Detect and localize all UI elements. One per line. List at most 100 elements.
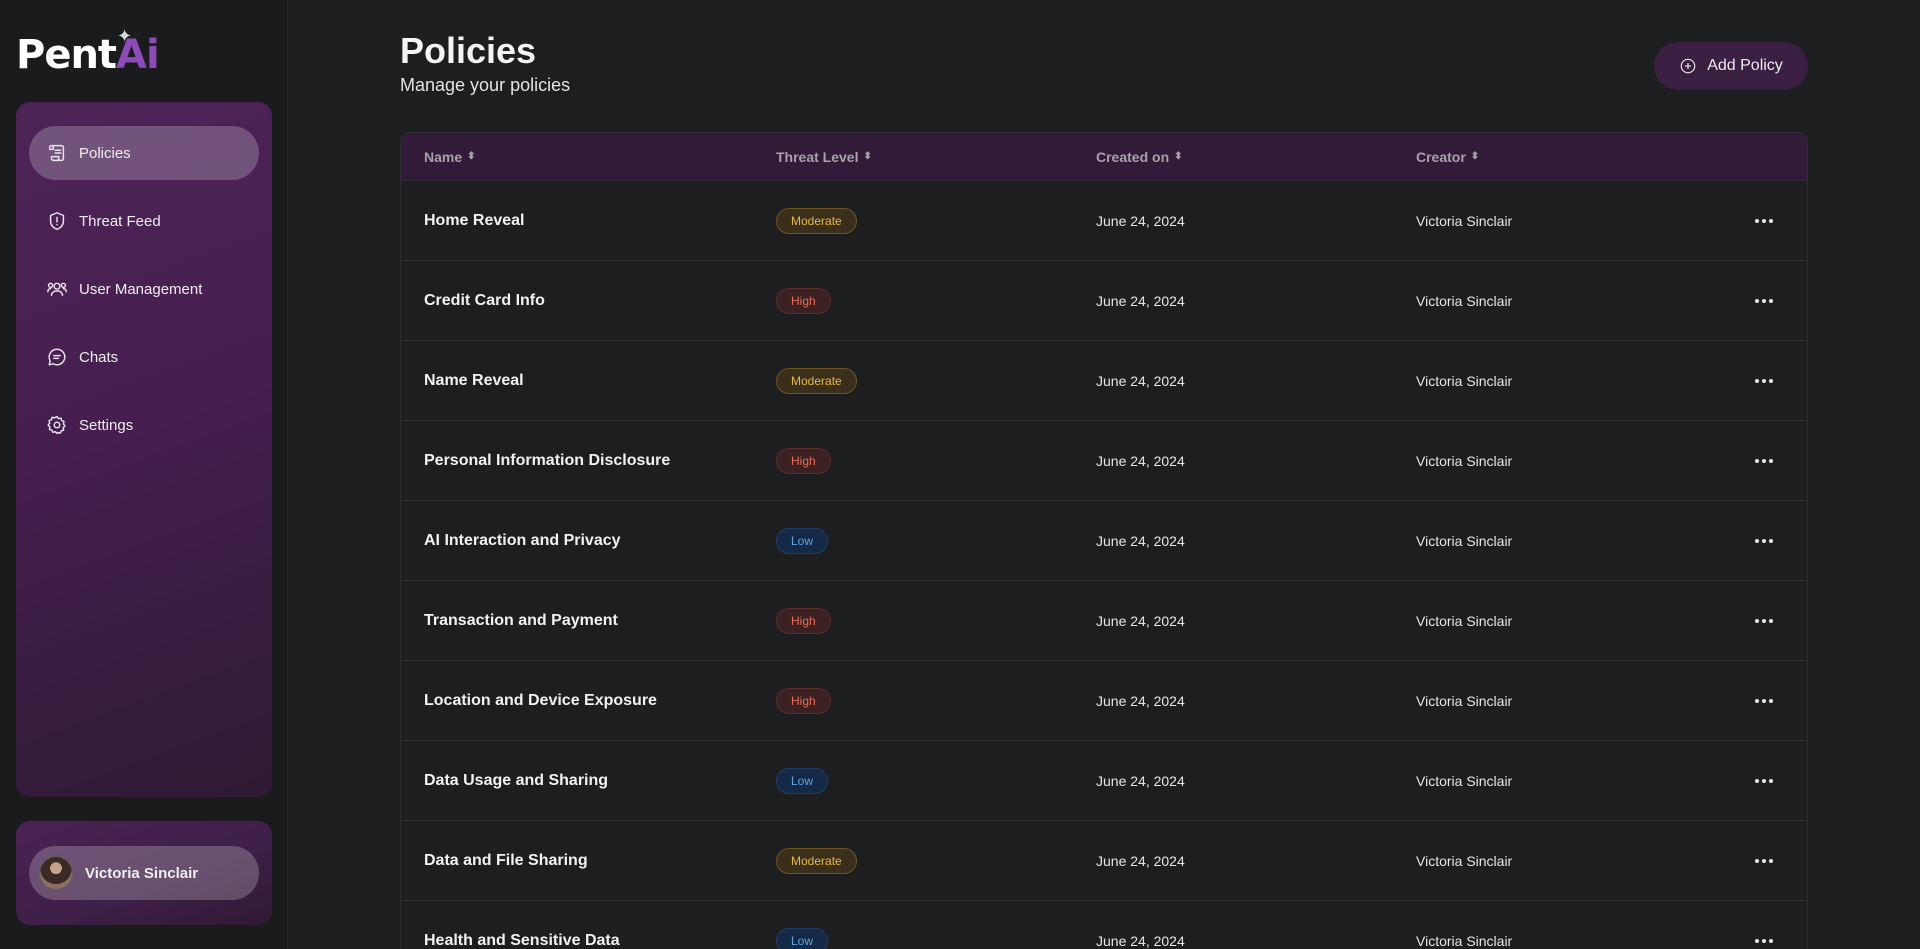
created-date: June 24, 2024 <box>1096 293 1185 309</box>
page-subtitle: Manage your policies <box>400 75 571 95</box>
user-name: Victoria Sinclair <box>85 864 199 882</box>
creator-name: Victoria Sinclair <box>1416 533 1513 549</box>
table-row[interactable]: Name Reveal Moderate June 24, 2024 Victo… <box>401 341 1807 421</box>
creator-name: Victoria Sinclair <box>1416 853 1513 869</box>
policy-name: Location and Device Exposure <box>424 692 657 709</box>
user-panel: Victoria Sinclair <box>16 821 272 925</box>
policy-name: Transaction and Payment <box>424 612 618 629</box>
sidebar-item-policies[interactable]: Policies <box>29 126 259 180</box>
creator-name: Victoria Sinclair <box>1416 613 1513 629</box>
brand-logo[interactable]: PentAi <box>16 30 160 80</box>
threat-badge: Moderate <box>776 848 857 874</box>
policies-table: Name ⬍ Threat Level ⬍ Created on ⬍ Creat… <box>400 132 1808 949</box>
table-row[interactable]: Data Usage and Sharing Low June 24, 2024… <box>401 741 1807 821</box>
threat-cell: Low <box>776 501 829 581</box>
column-header-creator[interactable]: Creator ⬍ <box>1416 133 1479 181</box>
table-row[interactable]: Home Reveal Moderate June 24, 2024 Victo… <box>401 181 1807 261</box>
policy-name: Data and File Sharing <box>424 852 588 869</box>
threat-cell: High <box>776 661 831 741</box>
threat-cell: High <box>776 421 831 501</box>
policy-name: Home Reveal <box>424 212 525 229</box>
created-date: June 24, 2024 <box>1096 453 1185 469</box>
table-row[interactable]: Transaction and Payment High June 24, 20… <box>401 581 1807 661</box>
threat-badge: Low <box>776 528 829 554</box>
column-label: Name <box>424 149 463 165</box>
sidebar-item-threat-feed[interactable]: Threat Feed <box>29 194 259 248</box>
sparkle-icon: ✦ <box>117 26 133 46</box>
column-header-threat-level[interactable]: Threat Level ⬍ <box>776 133 872 181</box>
plus-circle-icon <box>1680 58 1696 74</box>
threat-cell: Moderate <box>776 181 857 261</box>
avatar <box>39 856 73 890</box>
more-options-icon[interactable] <box>1755 501 1773 581</box>
sidebar-item-chats[interactable]: Chats <box>29 330 259 384</box>
created-date: June 24, 2024 <box>1096 773 1185 789</box>
add-policy-label: Add Policy <box>1707 57 1783 74</box>
table-row[interactable]: Location and Device Exposure High June 2… <box>401 661 1807 741</box>
policy-name: Name Reveal <box>424 372 524 389</box>
page-title: Policies <box>400 30 537 71</box>
more-options-icon[interactable] <box>1755 821 1773 901</box>
policy-name: Data Usage and Sharing <box>424 772 609 789</box>
chat-bubble-icon <box>45 345 69 369</box>
column-header-name[interactable]: Name ⬍ <box>424 133 476 181</box>
sort-icon: ⬍ <box>863 151 872 162</box>
created-date: June 24, 2024 <box>1096 213 1185 229</box>
column-header-created-on[interactable]: Created on ⬍ <box>1096 133 1183 181</box>
more-options-icon[interactable] <box>1755 741 1773 821</box>
threat-cell: Moderate <box>776 341 857 421</box>
brand-name-part1: Pent <box>16 32 117 78</box>
threat-badge: High <box>776 608 831 634</box>
sidebar: PentAi ✦ Policies Threat Feed User Manag… <box>0 0 288 949</box>
created-date: June 24, 2024 <box>1096 933 1185 949</box>
add-policy-button[interactable]: Add Policy <box>1654 42 1808 90</box>
sort-icon: ⬍ <box>1470 151 1480 162</box>
threat-cell: Low <box>776 741 829 821</box>
threat-cell: High <box>776 261 831 341</box>
threat-badge: Moderate <box>776 208 857 234</box>
scroll-icon <box>45 141 69 165</box>
sidebar-item-label: Chats <box>79 348 119 366</box>
creator-name: Victoria Sinclair <box>1416 773 1513 789</box>
table-row[interactable]: Credit Card Info High June 24, 2024 Vict… <box>401 261 1807 341</box>
sort-icon: ⬍ <box>1174 151 1183 162</box>
user-profile-button[interactable]: Victoria Sinclair <box>29 846 259 900</box>
sidebar-item-settings[interactable]: Settings <box>29 398 259 452</box>
more-options-icon[interactable] <box>1755 421 1773 501</box>
sidebar-nav: Policies Threat Feed User Management Cha… <box>16 102 272 797</box>
column-label: Creator <box>1416 149 1466 165</box>
created-date: June 24, 2024 <box>1096 613 1185 629</box>
sidebar-item-label: User Management <box>79 280 203 298</box>
table-row[interactable]: Health and Sensitive Data Low June 24, 2… <box>401 901 1807 949</box>
table-row[interactable]: Personal Information Disclosure High Jun… <box>401 421 1807 501</box>
threat-badge: High <box>776 688 831 714</box>
table-row[interactable]: Data and File Sharing Moderate June 24, … <box>401 821 1807 901</box>
threat-badge: Low <box>776 768 829 794</box>
policy-name: AI Interaction and Privacy <box>424 532 621 549</box>
threat-badge: High <box>776 288 831 314</box>
more-options-icon[interactable] <box>1755 901 1773 949</box>
shield-alert-icon <box>45 209 69 233</box>
table-row[interactable]: AI Interaction and Privacy Low June 24, … <box>401 501 1807 581</box>
more-options-icon[interactable] <box>1755 581 1773 661</box>
threat-badge: Moderate <box>776 368 857 394</box>
threat-cell: Low <box>776 901 829 949</box>
creator-name: Victoria Sinclair <box>1416 453 1513 469</box>
more-options-icon[interactable] <box>1755 341 1773 421</box>
more-options-icon[interactable] <box>1755 661 1773 741</box>
created-date: June 24, 2024 <box>1096 373 1185 389</box>
threat-cell: High <box>776 581 831 661</box>
sidebar-item-label: Threat Feed <box>79 212 161 230</box>
created-date: June 24, 2024 <box>1096 533 1185 549</box>
more-options-icon[interactable] <box>1755 181 1773 261</box>
app-root: PentAi ✦ Policies Threat Feed User Manag… <box>0 0 1920 949</box>
sidebar-item-user-management[interactable]: User Management <box>29 262 259 316</box>
more-options-icon[interactable] <box>1755 261 1773 341</box>
created-date: June 24, 2024 <box>1096 853 1185 869</box>
policy-name: Credit Card Info <box>424 292 545 309</box>
creator-name: Victoria Sinclair <box>1416 373 1513 389</box>
creator-name: Victoria Sinclair <box>1416 293 1513 309</box>
sidebar-item-label: Settings <box>79 416 134 434</box>
sidebar-item-label: Policies <box>79 144 131 162</box>
column-label: Threat Level <box>776 149 859 165</box>
